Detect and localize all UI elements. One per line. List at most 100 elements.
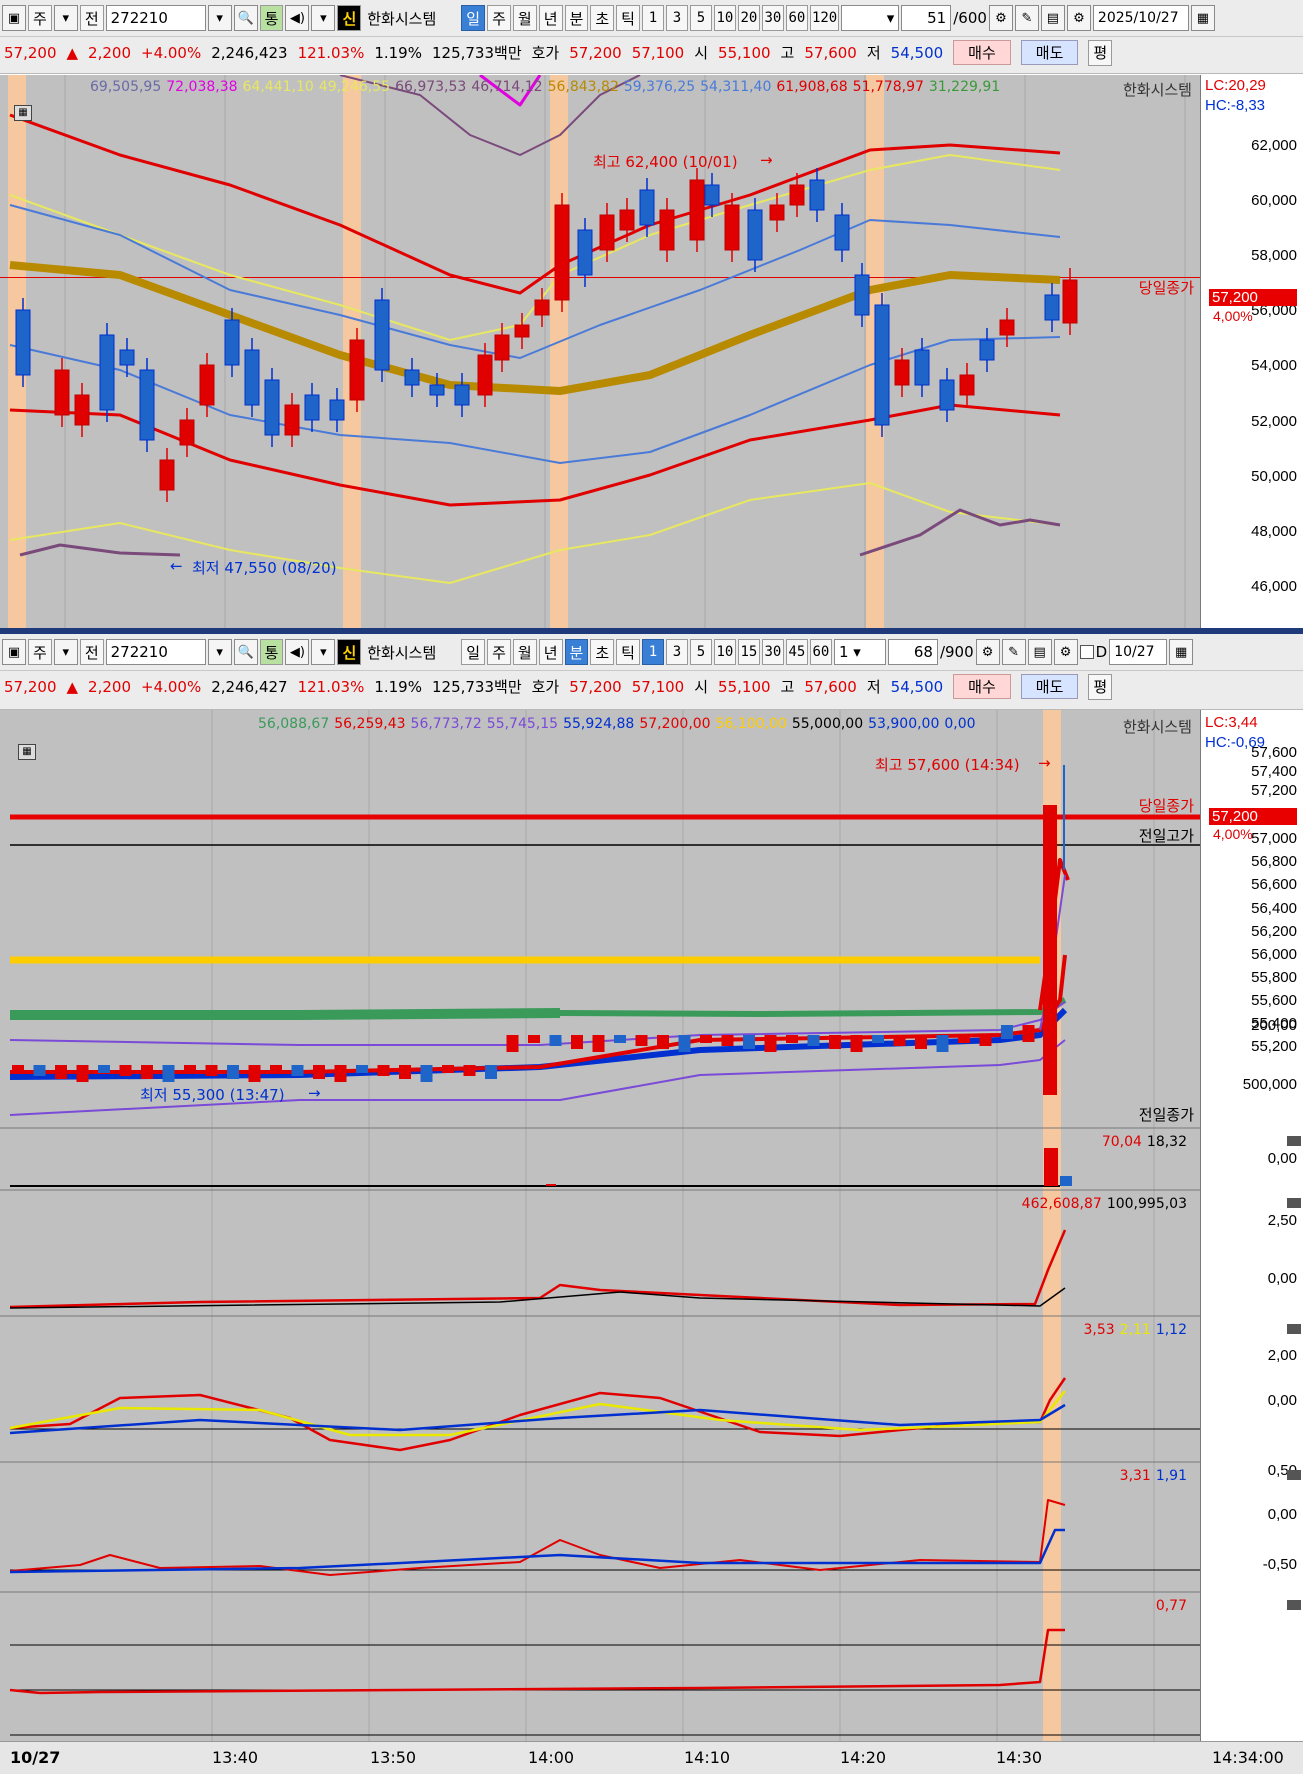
- bottom-unit-select[interactable]: 1 ▾: [833, 639, 886, 665]
- bottom-min-60[interactable]: 60: [809, 639, 832, 665]
- top-flat-button[interactable]: 평: [1088, 39, 1113, 66]
- candle-up: [769, 204, 785, 221]
- bottom-minute-chart[interactable]: 56,088,67 56,259,43 56,773,72 55,745,15 55,9…: [0, 710, 1200, 1741]
- top-min-20[interactable]: 20: [737, 5, 760, 31]
- tools-icon[interactable]: ✎: [1001, 639, 1026, 665]
- candle-down: [429, 384, 445, 396]
- search-icon[interactable]: 🔍: [233, 639, 258, 665]
- chevron-down-icon[interactable]: ▾: [53, 639, 78, 665]
- bottom-toolbar-area: ▣ 주 ▾ 전 272210 ▾ 🔍 통 ◀) ▾ 신 한화시스템 일 주 월 …: [0, 634, 1303, 710]
- bottom-flat-button[interactable]: 평: [1088, 673, 1113, 700]
- bottom-period-tick[interactable]: 틱: [616, 639, 640, 665]
- top-period-tick[interactable]: 틱: [616, 5, 640, 31]
- bottom-min-3[interactable]: 3: [665, 639, 688, 665]
- top-date-input[interactable]: 2025/10/27: [1092, 5, 1189, 31]
- bottom-min-10[interactable]: 10: [713, 639, 736, 665]
- bottom-shin-badge[interactable]: 신: [337, 639, 362, 665]
- top-code-input[interactable]: 272210: [105, 5, 206, 31]
- sub3-collapse-icon[interactable]: [1287, 1324, 1301, 1334]
- candle-up: [399, 1065, 411, 1079]
- bottom-buy-button[interactable]: 매수: [953, 674, 1011, 699]
- sub2-collapse-icon[interactable]: [1287, 1198, 1301, 1208]
- bottom-period-minute[interactable]: 분: [564, 639, 589, 665]
- top-count-input[interactable]: 51: [901, 5, 952, 31]
- bottom-period-year[interactable]: 년: [538, 639, 563, 665]
- bottom-flag-badge[interactable]: 통: [259, 639, 284, 665]
- indicator-icon[interactable]: ⚙: [988, 5, 1013, 31]
- speaker-icon[interactable]: ◀): [285, 5, 310, 31]
- candle-down: [98, 1065, 110, 1073]
- top-min-60[interactable]: 60: [785, 5, 808, 31]
- bottom-prev-button[interactable]: 전: [79, 639, 104, 665]
- window-menu-icon[interactable]: ▣: [2, 639, 26, 665]
- top-min-5[interactable]: 5: [689, 5, 712, 31]
- top-min-10[interactable]: 10: [713, 5, 736, 31]
- speaker-icon[interactable]: ◀): [285, 639, 310, 665]
- bottom-min-30[interactable]: 30: [761, 639, 784, 665]
- bottom-name-field[interactable]: 한화시스템: [363, 639, 459, 665]
- chevron-down-icon[interactable]: ▾: [311, 639, 336, 665]
- sub1-collapse-icon[interactable]: [1287, 1136, 1301, 1146]
- chevron-down-icon[interactable]: ▾: [207, 5, 232, 31]
- top-daily-chart[interactable]: 69,505,95 72,038,38 64,441,10 49,246,55 66,9…: [0, 75, 1200, 628]
- bottom-code-input[interactable]: 272210: [105, 639, 206, 665]
- bottom-count-input[interactable]: 68: [887, 639, 938, 665]
- bottom-min-45[interactable]: 45: [785, 639, 808, 665]
- top-period-second[interactable]: 초: [590, 5, 615, 31]
- bottom-min-1[interactable]: 1: [641, 639, 664, 665]
- bottom-period-second[interactable]: 초: [590, 639, 615, 665]
- tools-icon[interactable]: ✎: [1014, 5, 1039, 31]
- search-icon[interactable]: 🔍: [233, 5, 258, 31]
- top-min-3[interactable]: 3: [665, 5, 688, 31]
- save-icon[interactable]: ▤: [1040, 5, 1065, 31]
- bottom-sell-button[interactable]: 매도: [1020, 674, 1079, 699]
- chevron-down-icon[interactable]: ▾: [207, 639, 232, 665]
- top-flag-badge[interactable]: 통: [259, 5, 284, 31]
- top-period-year[interactable]: 년: [538, 5, 563, 31]
- sub4-collapse-icon[interactable]: [1287, 1470, 1301, 1480]
- gear-icon[interactable]: ⚙: [1053, 639, 1078, 665]
- candle-up: [494, 334, 510, 361]
- top-period-week[interactable]: 주: [487, 5, 511, 31]
- indicator-icon[interactable]: ⚙: [975, 639, 1000, 665]
- bottom-min-15[interactable]: 15: [737, 639, 760, 665]
- top-name-field[interactable]: 한화시스템: [363, 5, 459, 31]
- top-unit-select[interactable]: ▾: [841, 5, 900, 31]
- top-period-month[interactable]: 월: [512, 5, 537, 31]
- top-prefix-button[interactable]: 주: [28, 5, 52, 31]
- top-prev-button[interactable]: 전: [79, 5, 104, 31]
- calendar-icon[interactable]: ▦: [1169, 639, 1194, 665]
- sub5-legend: 0,77: [1156, 1598, 1192, 1614]
- candle-down: [33, 1065, 46, 1076]
- gear-icon[interactable]: ⚙: [1066, 5, 1091, 31]
- bottom-date-input[interactable]: 10/27: [1109, 639, 1168, 665]
- top-pct-label: 4,00%: [1213, 308, 1253, 324]
- bottom-period-month[interactable]: 월: [512, 639, 537, 665]
- grid-icon[interactable]: ▦: [18, 744, 36, 760]
- axis-tick: 0,00: [1267, 1270, 1297, 1287]
- top-min-30[interactable]: 30: [761, 5, 784, 31]
- top-min-1[interactable]: 1: [641, 5, 664, 31]
- chevron-down-icon[interactable]: ▾: [53, 5, 78, 31]
- calendar-icon[interactable]: ▦: [1190, 5, 1215, 31]
- top_chart-legend-item: 54,311,40: [700, 79, 772, 95]
- window-menu-icon[interactable]: ▣: [2, 5, 26, 31]
- top-buy-button[interactable]: 매수: [953, 40, 1011, 65]
- grid-icon[interactable]: ▦: [14, 105, 32, 121]
- top-min-120[interactable]: 120: [809, 5, 840, 31]
- chevron-down-icon[interactable]: ▾: [311, 5, 336, 31]
- top-sell-button[interactable]: 매도: [1020, 40, 1079, 65]
- top-shin-badge[interactable]: 신: [337, 5, 362, 31]
- top-period-day[interactable]: 일: [461, 5, 486, 31]
- candle-up: [789, 184, 805, 206]
- bottom-period-week[interactable]: 주: [487, 639, 511, 665]
- bottom-prefix-button[interactable]: 주: [28, 639, 52, 665]
- d-checkbox[interactable]: [1079, 645, 1094, 659]
- sub5-collapse-icon[interactable]: [1287, 1600, 1301, 1610]
- bottom_chart-legend-item: 55,000,00: [791, 716, 864, 732]
- top-period-minute[interactable]: 분: [564, 5, 589, 31]
- bottom-min-5[interactable]: 5: [689, 639, 712, 665]
- bottom-period-day[interactable]: 일: [461, 639, 486, 665]
- save-icon[interactable]: ▤: [1027, 639, 1052, 665]
- top_chart-legend-item: 46,714,12: [471, 79, 543, 95]
